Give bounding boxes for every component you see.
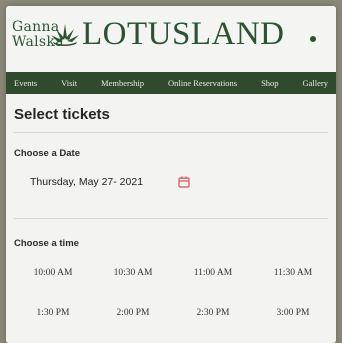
time-slot-1130am[interactable]: 11:30 AM [258, 258, 328, 288]
time-slot-1000am[interactable]: 10:00 AM [18, 258, 88, 288]
time-section-label: Choose a time [14, 238, 79, 249]
ticket-page: Ganna Walska LOTUSLAND Events Visit Memb… [6, 6, 336, 343]
site-header: Ganna Walska LOTUSLAND [6, 6, 336, 70]
time-slot-300pm[interactable]: 3:00 PM [258, 298, 328, 328]
ticket-selection: Select tickets Choose a Date Thursday, M… [6, 94, 336, 343]
time-slot-200pm[interactable]: 2:00 PM [98, 298, 168, 328]
time-slot-130pm[interactable]: 1:30 PM [18, 298, 88, 328]
page-title: Select tickets [14, 106, 110, 123]
date-section-label: Choose a Date [14, 148, 80, 159]
lotus-leaf-icon [51, 24, 79, 46]
brand-wordmark[interactable]: LOTUSLAND [82, 16, 284, 53]
nav-item-events[interactable]: Events [14, 78, 37, 88]
time-slot-grid: 10:00 AM 10:30 AM 11:00 AM 11:30 AM 1:30… [14, 258, 328, 338]
nav-item-shop[interactable]: Shop [261, 78, 278, 88]
time-slot-1100am[interactable]: 11:00 AM [178, 258, 248, 288]
calendar-icon[interactable] [178, 176, 190, 188]
divider [14, 218, 328, 219]
nav-item-membership[interactable]: Membership [101, 78, 144, 88]
time-slot-230pm[interactable]: 2:30 PM [178, 298, 248, 328]
brand-dot [310, 36, 316, 42]
nav-item-online-reservations[interactable]: Online Reservations [168, 78, 237, 88]
date-picker[interactable]: Thursday, May 27- 2021 [14, 168, 199, 198]
selected-date[interactable]: Thursday, May 27- 2021 [30, 176, 143, 188]
nav-item-visit[interactable]: Visit [61, 78, 77, 88]
main-nav: Events Visit Membership Online Reservati… [6, 72, 336, 94]
divider [14, 132, 328, 133]
time-slot-1030am[interactable]: 10:30 AM [98, 258, 168, 288]
nav-item-gallery[interactable]: Gallery [302, 78, 328, 88]
